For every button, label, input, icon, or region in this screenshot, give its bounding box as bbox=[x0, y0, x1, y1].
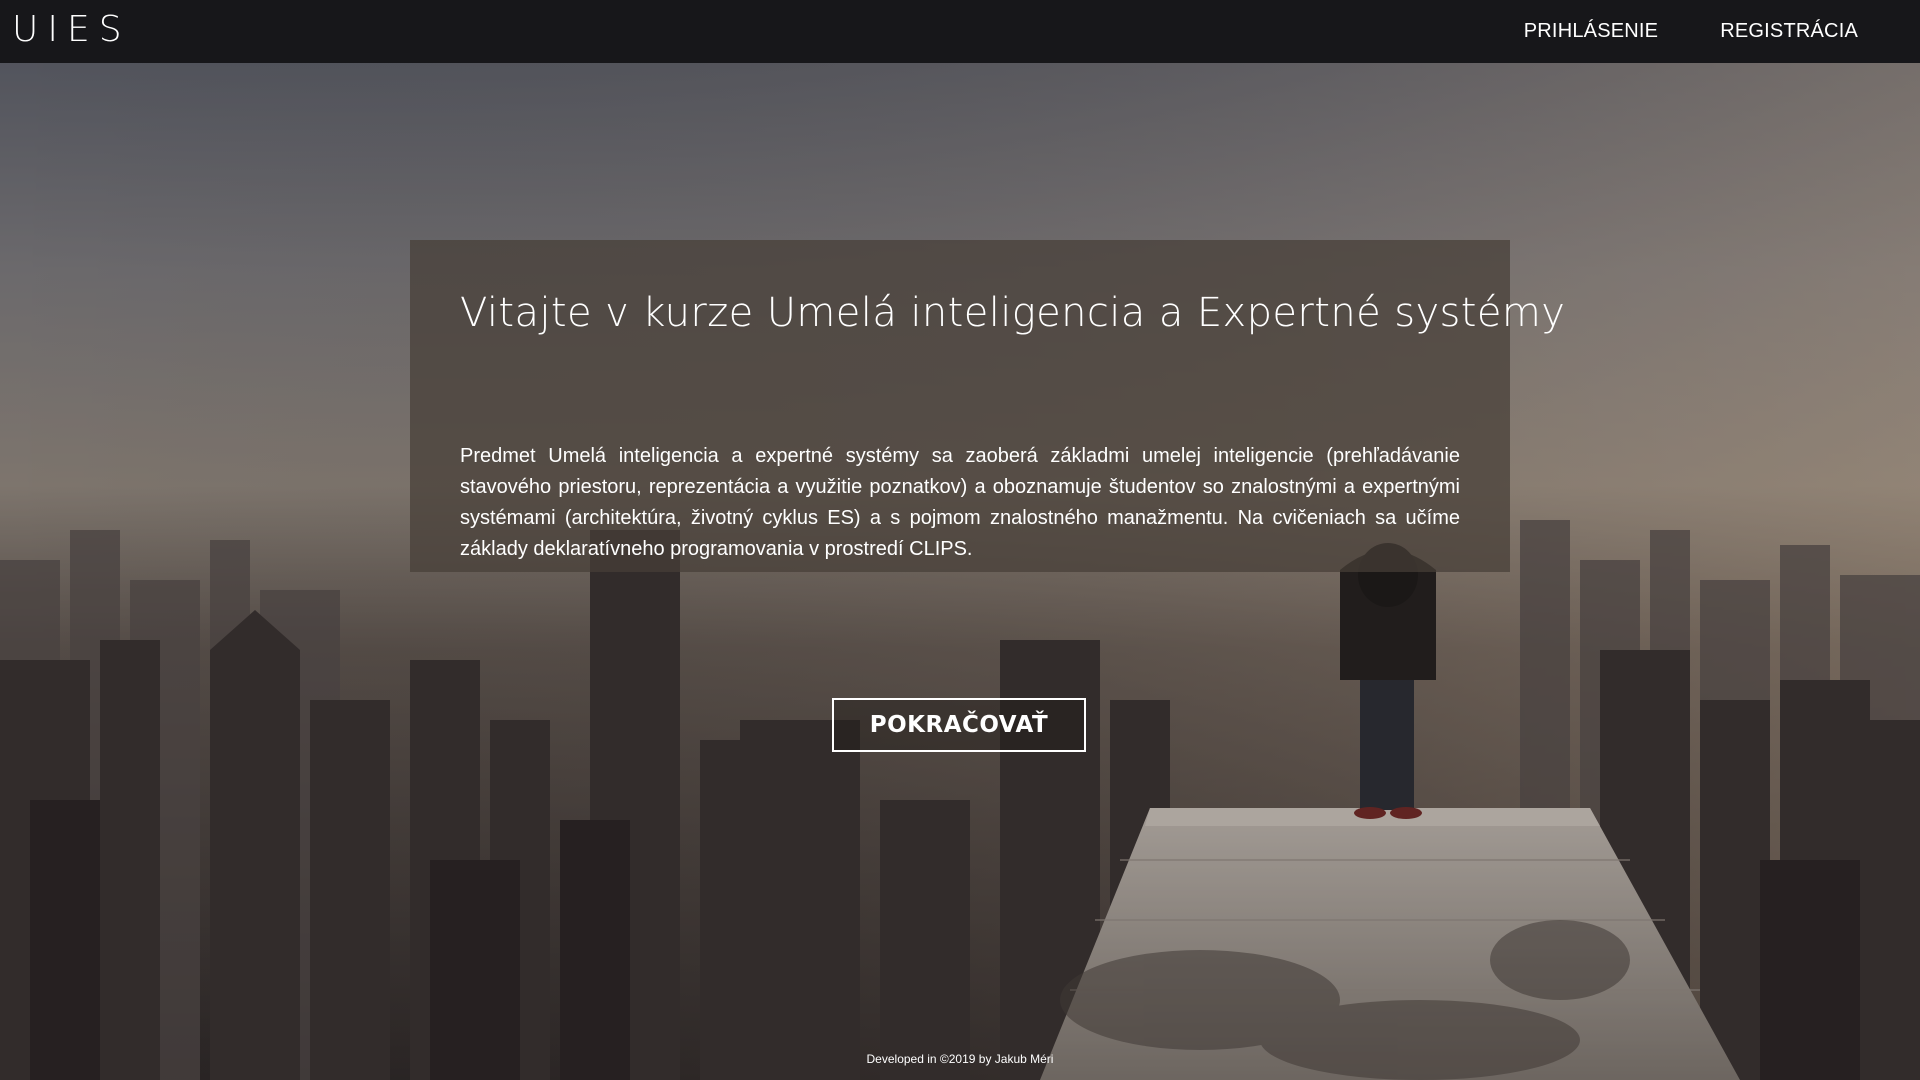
login-link[interactable]: PRIHLÁSENIE bbox=[1524, 20, 1658, 43]
hero-description: Predmet Umelá inteligencia a expertné sy… bbox=[460, 445, 1460, 560]
hero-title: Vitajte v kurze Umelá inteligencia a Exp… bbox=[460, 290, 1566, 336]
top-navbar: UIES PRIHLÁSENIE REGISTRÁCIA bbox=[0, 0, 1920, 63]
landing-page: UIES PRIHLÁSENIE REGISTRÁCIA Vitajte v k… bbox=[0, 0, 1920, 1080]
footer-credits: Developed in ©2019 by Jakub Méri bbox=[866, 1052, 1054, 1066]
continue-button[interactable]: POKRAČOVAŤ bbox=[832, 698, 1086, 752]
nav-links: PRIHLÁSENIE REGISTRÁCIA bbox=[1524, 0, 1858, 63]
site-logo[interactable]: UIES bbox=[12, 8, 131, 52]
register-link[interactable]: REGISTRÁCIA bbox=[1720, 20, 1858, 43]
